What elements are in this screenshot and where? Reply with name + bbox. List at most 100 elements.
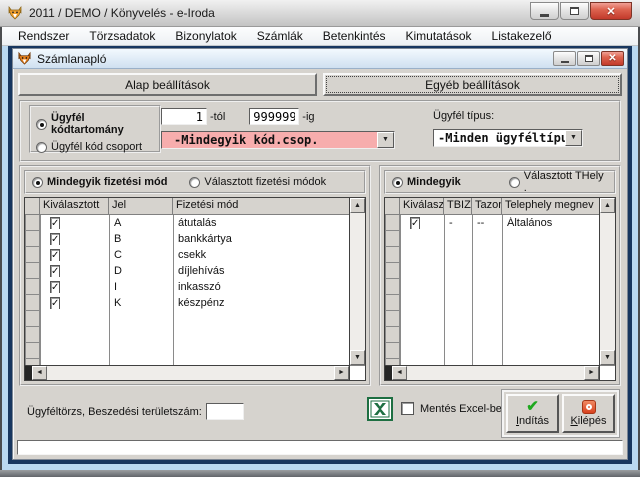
payment-row[interactable]: C csekk — [25, 247, 349, 263]
menu-szamlak[interactable]: Számlák — [247, 27, 313, 45]
header-selector — [385, 198, 400, 214]
row-selector-cell[interactable] — [385, 279, 400, 295]
code-range-row: -tól -ig — [161, 108, 315, 125]
scroll-left-icon[interactable]: ◄ — [392, 366, 407, 380]
grid-body: A átutalás B bankkártya — [25, 215, 349, 365]
tab-egyeb-beallitasok[interactable]: Egyéb beállítások — [323, 73, 622, 96]
dialog-minimize-button[interactable] — [553, 51, 576, 66]
dialog-content: Ügyfél kódtartomány Ügyfél kód csoport -… — [13, 98, 627, 439]
scroll-down-icon[interactable]: ▼ — [350, 350, 365, 365]
cell-jel: A — [109, 217, 173, 229]
dialog-maximize-button[interactable] — [577, 51, 600, 66]
row-checkbox[interactable] — [50, 265, 60, 277]
vertical-scrollbar[interactable]: ▲ ▼ — [349, 198, 365, 380]
row-selector-cell[interactable] — [25, 263, 40, 279]
row-selector-cell[interactable] — [385, 327, 400, 343]
scrollbar-track[interactable] — [407, 366, 584, 380]
row-selector-cell[interactable] — [385, 295, 400, 311]
scroll-up-icon[interactable]: ▲ — [600, 198, 615, 213]
menu-torzsadatok[interactable]: Törzsadatok — [79, 27, 165, 45]
menu-betenkintes[interactable]: Betenkintés — [313, 27, 396, 45]
terulet-input[interactable] — [206, 403, 244, 420]
row-selector-cell[interactable] — [25, 311, 40, 327]
payment-methods-panel: Mindegyik fizetési mód Választott fizeté… — [19, 165, 371, 386]
horizontal-scrollbar[interactable]: ◄ ► — [385, 365, 599, 380]
scrollbar-track[interactable] — [47, 366, 334, 380]
radio-ugyfel-kod-csoport[interactable]: Ügyfél kód csoport — [36, 141, 154, 153]
tab-alap-beallitasok[interactable]: Alap beállítások — [18, 73, 317, 96]
row-selector-cell[interactable] — [385, 215, 400, 231]
window-title: 2011 / DEMO / Könyvelés - e-Iroda — [29, 6, 215, 20]
grid-main: Kiválaszt TBIZ Tazon Telephely megnev — [385, 198, 599, 380]
chevron-down-icon[interactable]: ▼ — [565, 130, 582, 146]
row-selector-cell[interactable] — [25, 327, 40, 343]
row-selector-cell[interactable] — [385, 343, 400, 359]
scroll-right-icon[interactable]: ► — [584, 366, 599, 380]
dialog-title: Számlanapló — [37, 52, 106, 66]
row-checkbox[interactable] — [50, 233, 60, 245]
row-selector-cell[interactable] — [25, 343, 40, 359]
maximize-button[interactable] — [560, 2, 589, 20]
menu-kimutatasok[interactable]: Kimutatások — [396, 27, 482, 45]
radio-mindegyik-fizetesi-mod[interactable]: Mindegyik fizetési mód — [32, 176, 167, 188]
scroll-left-icon[interactable]: ◄ — [32, 366, 47, 380]
row-checkbox[interactable] — [410, 217, 420, 229]
grid-body: - -- Általános — [385, 215, 599, 365]
scroll-right-icon[interactable]: ► — [334, 366, 349, 380]
vertical-scrollbar[interactable]: ▲ ▼ — [599, 198, 615, 380]
radio-mindegyik-telephely[interactable]: Mindegyik — [392, 176, 461, 188]
row-selector-cell[interactable] — [25, 359, 40, 365]
payment-row[interactable]: D díjlehívás — [25, 263, 349, 279]
row-checkbox[interactable] — [50, 217, 60, 229]
row-selector-cell[interactable] — [385, 263, 400, 279]
chevron-down-icon[interactable]: ▼ — [377, 132, 394, 148]
payment-row[interactable]: K készpénz — [25, 295, 349, 311]
dialog-close-button[interactable]: ✕ — [601, 51, 624, 66]
radio-valasztott-fizetesi-modok[interactable]: Választott fizetési módok — [189, 176, 326, 188]
scroll-up-icon[interactable]: ▲ — [350, 198, 365, 213]
menu-bizonylatok[interactable]: Bizonylatok — [165, 27, 246, 45]
minimize-button[interactable] — [530, 2, 559, 20]
excel-checkbox[interactable] — [401, 402, 414, 415]
kilepes-button[interactable]: Kilépés — [562, 394, 615, 433]
scrollbar-track[interactable] — [350, 213, 365, 350]
row-checkbox[interactable] — [50, 249, 60, 261]
row-checkbox[interactable] — [50, 297, 60, 309]
menu-listakezelo[interactable]: Listakezelő — [482, 27, 562, 45]
radio-ugyfel-kodtartomany[interactable]: Ügyfél kódtartomány — [36, 112, 154, 136]
row-selector-cell[interactable] — [385, 311, 400, 327]
scrollbar-track[interactable] — [600, 213, 615, 350]
row-selector-cell[interactable] — [25, 247, 40, 263]
site-row[interactable]: - -- Általános — [385, 215, 599, 231]
row-selector-cell[interactable] — [385, 359, 400, 365]
check-icon: ✔ — [526, 400, 539, 414]
row-selector-cell[interactable] — [25, 279, 40, 295]
inditas-button[interactable]: ✔ Indítás — [506, 394, 559, 433]
payment-row[interactable]: A átutalás — [25, 215, 349, 231]
payment-row[interactable]: B bankkártya — [25, 231, 349, 247]
code-to-input[interactable] — [249, 108, 299, 125]
payment-row[interactable]: I inkasszó — [25, 279, 349, 295]
maximize-icon — [570, 7, 579, 15]
row-checkbox[interactable] — [50, 281, 60, 293]
footer-row: Ügyféltörzs, Beszedési területszám: Ment… — [19, 389, 621, 439]
taskbar-sliver — [0, 470, 640, 477]
radio-valasztott-thely[interactable]: Választott THely . — [509, 170, 608, 194]
horizontal-scrollbar[interactable]: ◄ ► — [25, 365, 349, 380]
row-selector-cell[interactable] — [385, 247, 400, 263]
cell-jel: B — [109, 233, 173, 245]
row-selector-cell[interactable] — [25, 215, 40, 231]
menu-rendszer[interactable]: Rendszer — [8, 27, 79, 45]
close-button[interactable]: ✕ — [590, 2, 632, 20]
scroll-down-icon[interactable]: ▼ — [600, 350, 615, 365]
status-bar — [17, 440, 623, 455]
row-selector-cell[interactable] — [385, 231, 400, 247]
radio-label: Választott fizetési módok — [204, 176, 326, 188]
row-selector-cell[interactable] — [25, 231, 40, 247]
header-tazon: Tazon — [472, 198, 502, 214]
row-selector-cell[interactable] — [25, 295, 40, 311]
ugyfel-tipus-combobox[interactable]: -Minden ügyféltípus ▼ — [433, 129, 583, 147]
kod-csoport-combobox[interactable]: -Mindegyik kód.csop. ▼ — [161, 131, 395, 149]
code-from-input[interactable] — [161, 108, 207, 125]
app-window: 2011 / DEMO / Könyvelés - e-Iroda ✕ Rend… — [0, 0, 640, 477]
